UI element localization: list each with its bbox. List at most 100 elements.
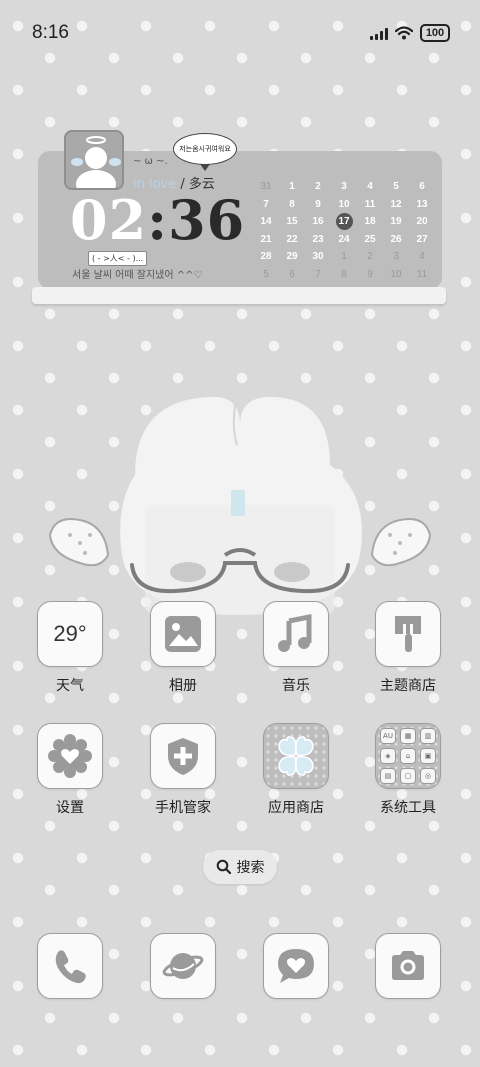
clover-icon[interactable] — [263, 723, 329, 789]
app-label: 手机管家 — [155, 800, 211, 816]
folder-tile-icon: AU — [380, 728, 396, 744]
dock-camera[interactable] — [363, 933, 453, 999]
calendar-day-number: 22 — [286, 233, 298, 245]
calendar-day-number: 10 — [338, 198, 350, 210]
calendar-day: 12 — [383, 196, 409, 214]
calendar-day-number: 23 — [312, 233, 324, 245]
app-phone-manager[interactable]: 手机管家 — [138, 723, 228, 817]
calendar-day: 11 — [409, 266, 435, 284]
calendar-day: 4 — [357, 178, 383, 196]
weather-icon[interactable]: 29° — [37, 601, 103, 667]
gear-heart-icon[interactable] — [37, 723, 103, 789]
calendar-day: 6 — [279, 266, 305, 284]
calendar-day-number: 31 — [260, 181, 272, 192]
weather-temperature: 29° — [53, 621, 87, 646]
calendar-day-number: 2 — [367, 251, 373, 262]
calendar-day: 9 — [357, 266, 383, 284]
photo-icon[interactable] — [150, 601, 216, 667]
calendar-day: 2 — [357, 248, 383, 266]
calendar-day-number: 4 — [419, 251, 425, 262]
app-weather[interactable]: 29° 天气 — [25, 601, 115, 695]
mini-calendar: 31 1 2 3 4 5 6 7 8 9 10 11 12 13 14 15 16 17 18 19 20 21 22 23 2… — [253, 178, 435, 283]
planet-icon[interactable] — [150, 933, 216, 999]
calendar-day-number: 3 — [341, 181, 347, 192]
calendar-day-number: 17 — [335, 213, 353, 230]
calendar-day-number: 7 — [315, 268, 321, 280]
dock-phone[interactable] — [25, 933, 115, 999]
folder-tile-icon: ▦ — [400, 728, 416, 744]
calendar-day: 3 — [331, 178, 357, 196]
calendar-day: 16 — [305, 213, 331, 231]
app-music[interactable]: 音乐 — [251, 601, 341, 695]
app-app-store[interactable]: 应用商店 — [251, 723, 341, 817]
status-time: 8:16 — [32, 22, 69, 43]
app-label: 主题商店 — [380, 678, 436, 694]
calendar-day: 29 — [279, 248, 305, 266]
app-gallery[interactable]: 相册 — [138, 601, 228, 695]
camera-icon[interactable] — [375, 933, 441, 999]
calendar-day-number: 27 — [416, 233, 428, 245]
message-heart-icon[interactable] — [263, 933, 329, 999]
folder-tile-icon: ▥ — [420, 728, 436, 744]
calendar-day: 31 — [253, 178, 279, 196]
wifi-icon — [395, 26, 413, 40]
app-label: 天气 — [56, 678, 84, 694]
left-wing-icon — [48, 518, 110, 567]
calendar-day-number: 13 — [416, 198, 428, 210]
dock-browser[interactable] — [138, 933, 228, 999]
calendar-day: 11 — [357, 196, 383, 214]
avatar[interactable] — [64, 130, 124, 190]
folder-icon[interactable]: AU ▦ ▥ ◈ ⌂ ▣ ▤ ▢ ◎ — [375, 723, 441, 789]
calendar-day: 5 — [383, 178, 409, 196]
app-folder-system-tools[interactable]: AU ▦ ▥ ◈ ⌂ ▣ ▤ ▢ ◎ 系统工具 — [363, 723, 453, 817]
calendar-day: 8 — [279, 196, 305, 214]
calendar-day-number: 20 — [416, 216, 428, 227]
search-icon — [216, 859, 231, 875]
paint-brush-icon[interactable] — [375, 601, 441, 667]
korean-caption: 서울 날씨 어때 잘지냈어 ^^♡ — [72, 270, 203, 281]
phone-icon[interactable] — [37, 933, 103, 999]
calendar-day: 2 — [305, 178, 331, 196]
calendar-day: 25 — [357, 231, 383, 249]
calendar-day-number: 21 — [260, 233, 272, 245]
app-label: 音乐 — [282, 678, 310, 694]
calendar-day: 18 — [357, 213, 383, 231]
calendar-day: 17 — [331, 213, 357, 231]
calendar-day-number: 11 — [416, 268, 428, 280]
app-label: 应用商店 — [268, 800, 324, 816]
calendar-day-number: 7 — [263, 198, 269, 210]
calendar-day-number: 5 — [393, 181, 399, 192]
widget-shelf — [32, 287, 446, 304]
calendar-day-number: 28 — [260, 251, 272, 262]
calendar-day: 10 — [383, 266, 409, 284]
clock-hour: 02 — [70, 188, 148, 252]
calendar-day-number: 10 — [390, 268, 402, 280]
calendar-day-number: 3 — [393, 251, 399, 262]
search-button[interactable]: 搜索 — [203, 850, 277, 884]
music-note-icon[interactable] — [263, 601, 329, 667]
calendar-day: 28 — [253, 248, 279, 266]
calendar-day: 20 — [409, 213, 435, 231]
calendar-day-number: 11 — [364, 198, 376, 210]
calendar-day-number: 16 — [312, 216, 324, 227]
calendar-day: 23 — [305, 231, 331, 249]
calendar-day: 26 — [383, 231, 409, 249]
calendar-day-number: 6 — [289, 268, 295, 280]
dock-messages[interactable] — [251, 933, 341, 999]
folder-tile-icon: ◈ — [380, 748, 396, 764]
calendar-day: 8 — [331, 266, 357, 284]
calendar-day-number: 12 — [390, 198, 402, 210]
app-settings[interactable]: 设置 — [25, 723, 115, 817]
folder-tile-icon: ◎ — [420, 768, 436, 784]
kaomoji-chip: ( - >人< - )... — [88, 251, 148, 266]
search-label: 搜索 — [236, 860, 265, 876]
calendar-day-number: 30 — [312, 251, 324, 262]
calendar-day: 6 — [409, 178, 435, 196]
right-wing-icon — [370, 518, 432, 567]
shield-plus-icon[interactable] — [150, 723, 216, 789]
folder-tile-icon: ▣ — [420, 748, 436, 764]
calendar-day: 27 — [409, 231, 435, 249]
app-theme-store[interactable]: 主题商店 — [363, 601, 453, 695]
calendar-day: 13 — [409, 196, 435, 214]
calendar-day: 24 — [331, 231, 357, 249]
